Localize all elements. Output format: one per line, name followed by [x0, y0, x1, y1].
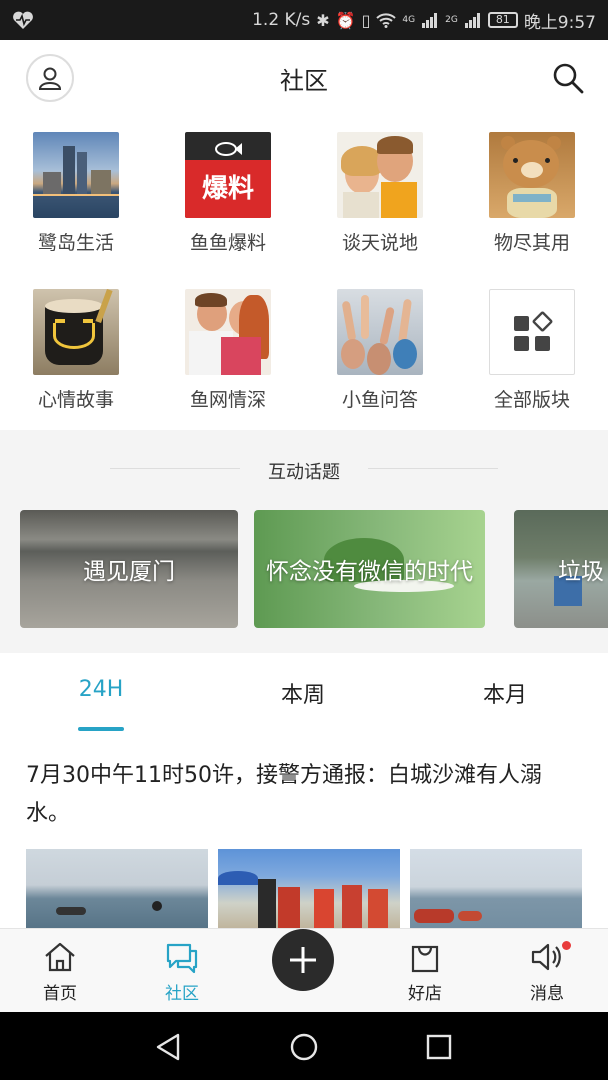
forum-item-mood-stories[interactable]: 心情故事: [0, 273, 152, 428]
community-icon: [166, 943, 198, 974]
shopping-bag-icon: [411, 945, 439, 973]
topic-title: 垃圾: [558, 559, 604, 585]
back-icon[interactable]: [154, 1032, 184, 1062]
city-skyline-photo: [33, 132, 119, 218]
forum-label: 鱼鱼爆料: [189, 232, 266, 254]
forum-label: 全部版块: [493, 389, 570, 411]
page-title: 社区: [280, 66, 328, 95]
divider: [368, 468, 498, 469]
alarm-icon: ⏰: [335, 10, 356, 30]
post-image[interactable]: [218, 849, 400, 928]
forum-item-qa[interactable]: 小鱼问答: [304, 273, 456, 428]
forum-label: 鱼网情深: [189, 389, 266, 411]
new-post-button[interactable]: [272, 929, 334, 991]
nav-label: 消息: [530, 984, 564, 1004]
all-sections-grid-icon: [489, 289, 575, 375]
signal-icon-2: [464, 13, 480, 28]
topic-title: 怀念没有微信的时代: [266, 559, 473, 585]
nav-label: 首页: [43, 984, 77, 1004]
nav-home[interactable]: 首页: [10, 929, 110, 1013]
forum-label: 小鱼问答: [341, 389, 418, 411]
forum-item-second-hand[interactable]: 物尽其用: [456, 116, 608, 271]
couple-photo: [185, 289, 271, 375]
search-icon[interactable]: [550, 60, 586, 96]
recents-icon[interactable]: [424, 1032, 454, 1062]
status-bar: 1.2 K/s ✱ ⏰ ▯ 4G 2G 81 晚上9:57: [0, 0, 608, 40]
raised-hands-photo: [337, 289, 423, 375]
signal-icon-1: [422, 13, 438, 28]
notification-dot: [562, 941, 571, 950]
post-title[interactable]: 7月30中午11时50许，接警方通报：白城沙滩有人溺水。: [26, 757, 582, 833]
forum-label: 鹭岛生活: [37, 232, 114, 254]
network-type-label-2: 2G: [445, 15, 458, 25]
forum-label: 物尽其用: [493, 232, 570, 254]
forum-label: 谈天说地: [341, 232, 418, 254]
forum-grid: 鹭岛生活 爆料 鱼鱼爆料 谈天说地 物尽其用 心情故事 鱼网情深 小鱼问答 全部…: [0, 116, 608, 430]
coffee-cup-photo: [33, 289, 119, 375]
system-nav-bar: [0, 1012, 608, 1080]
topic-card[interactable]: 怀念没有微信的时代: [254, 510, 485, 628]
forum-item-luda-life[interactable]: 鹭岛生活: [0, 116, 152, 271]
plus-icon: [290, 947, 316, 973]
network-speed: 1.2 K/s: [252, 10, 311, 30]
post-image[interactable]: [410, 849, 582, 928]
nav-label: 社区: [165, 984, 199, 1004]
active-tab-indicator: [78, 727, 124, 731]
topic-card[interactable]: 遇见厦门: [20, 510, 238, 628]
interactive-topics-section: 互动话题 遇见厦门 怀念没有微信的时代 垃圾: [0, 430, 608, 653]
topic-title: 遇见厦门: [83, 559, 175, 585]
whispering-kids-photo: [337, 132, 423, 218]
section-heading: 互动话题: [268, 462, 340, 483]
health-heart-icon: [13, 11, 33, 29]
nav-messages[interactable]: 消息: [497, 929, 597, 1013]
bluetooth-icon: ✱: [316, 10, 330, 30]
vibrate-icon: ▯: [361, 10, 371, 30]
wifi-icon: [376, 13, 397, 28]
forum-item-chat[interactable]: 谈天说地: [304, 116, 456, 271]
tab-24h[interactable]: 24H: [41, 677, 161, 702]
network-type-label-1: 4G: [402, 15, 416, 25]
speaker-icon: [531, 943, 561, 971]
feed-section: 24H 本周 本月 7月30中午11时50许，接警方通报：白城沙滩有人溺水。: [0, 653, 608, 928]
profile-button[interactable]: [26, 54, 74, 102]
screen: 1.2 K/s ✱ ⏰ ▯ 4G 2G 81 晚上9:57 社区 鹭岛生活 爆料…: [0, 0, 608, 1080]
forum-item-fish-news[interactable]: 爆料 鱼鱼爆料: [152, 116, 304, 271]
tab-this-month[interactable]: 本月: [445, 677, 565, 709]
forum-label: 心情故事: [37, 389, 114, 411]
topic-card[interactable]: 垃圾: [514, 510, 608, 628]
nav-community[interactable]: 社区: [132, 929, 232, 1013]
app-header: 社区: [0, 40, 608, 116]
home-circle-icon[interactable]: [289, 1032, 319, 1062]
tab-this-week[interactable]: 本周: [243, 677, 363, 709]
forum-item-love[interactable]: 鱼网情深: [152, 273, 304, 428]
fish-news-badge-text: 爆料: [201, 174, 254, 204]
bottom-nav: 首页 社区 好店 消息: [0, 928, 608, 1012]
teddy-bear-photo: [489, 132, 575, 218]
post-image[interactable]: [26, 849, 208, 928]
forum-item-all-sections[interactable]: 全部版块: [456, 273, 608, 428]
nav-label: 好店: [408, 984, 442, 1004]
clock: 晚上9:57: [523, 12, 596, 33]
nav-shops[interactable]: 好店: [375, 929, 475, 1013]
home-icon: [45, 942, 75, 972]
fish-news-logo: 爆料: [185, 132, 271, 218]
user-icon: [38, 67, 62, 90]
battery-indicator: 81: [487, 12, 518, 28]
